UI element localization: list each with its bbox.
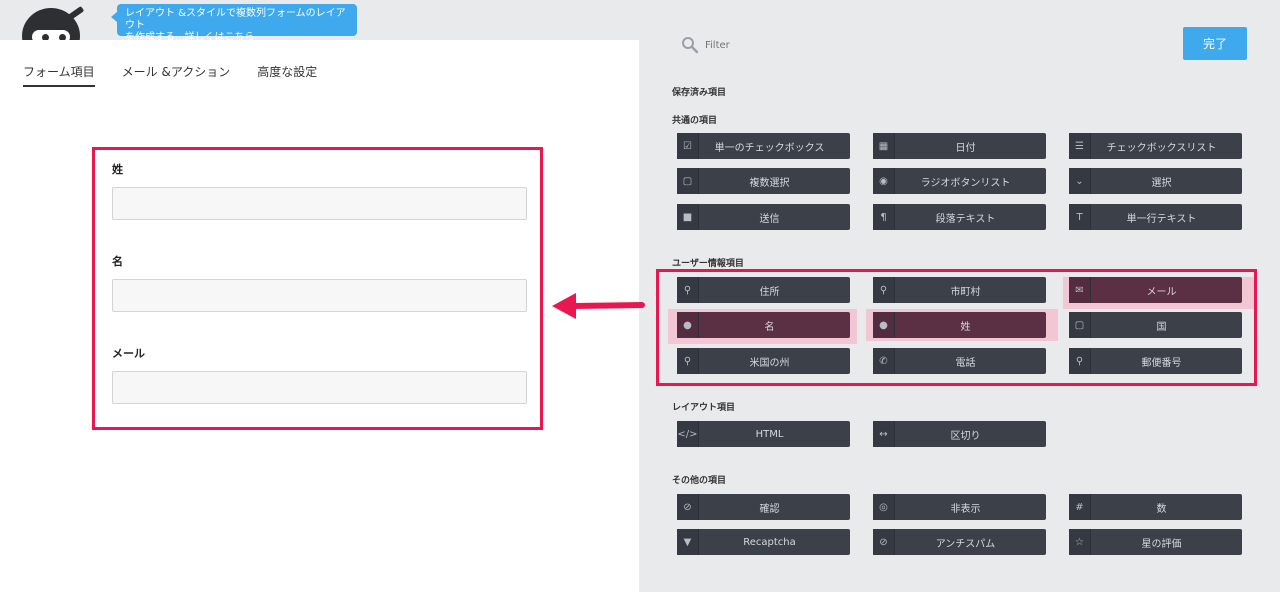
list-icon: ☰ — [1069, 133, 1091, 159]
last-name-input[interactable] — [112, 187, 527, 220]
field-button-city[interactable]: ⚲ 市町村 — [873, 277, 1046, 303]
field-button-hidden[interactable]: ◎ 非表示 — [873, 494, 1046, 520]
user-info-fields-heading: ユーザー情報項目 — [672, 259, 744, 269]
first-name-input[interactable] — [112, 279, 527, 312]
layout-tip-tooltip[interactable]: レイアウト &スタイルで複数列フォームのレイアウト を作成する...詳しくはこち… — [111, 4, 357, 43]
square-icon: ▢ — [677, 168, 699, 194]
filter-input[interactable] — [705, 39, 905, 51]
square-icon: ▢ — [1069, 312, 1091, 338]
saved-fields-heading: 保存済み項目 — [672, 88, 727, 98]
field-button-country[interactable]: ▢ 国 — [1069, 312, 1242, 338]
tip-line-1: レイアウト &スタイルで複数列フォームのレイアウト — [125, 8, 346, 31]
user-icon: ● — [677, 312, 699, 338]
envelope-icon: ✉ — [1069, 277, 1091, 303]
hash-icon: # — [1069, 494, 1091, 520]
common-fields-heading: 共通の項目 — [672, 116, 718, 126]
last-name-label: 姓 — [112, 163, 123, 176]
last-name-field: 姓 — [112, 161, 527, 220]
field-button-radio-list[interactable]: ◉ ラジオボタンリスト — [873, 168, 1046, 194]
chevron-down-icon: ⌄ — [1069, 168, 1091, 194]
arrows-h-icon: ↔ — [873, 421, 895, 447]
square-filled-icon: ■ — [677, 204, 699, 230]
builder-tabs: フォーム項目 メール &アクション 高度な設定 — [23, 63, 344, 87]
field-button-submit[interactable]: ■ 送信 — [677, 204, 850, 230]
star-half-icon: ☆ — [1069, 529, 1091, 555]
field-button-anti-spam[interactable]: ⊘ アンチスパム — [873, 529, 1046, 555]
first-name-label: 名 — [112, 255, 123, 268]
field-button-single-checkbox[interactable]: ☑ 単一のチェックボックス — [677, 133, 850, 159]
text-icon: T — [1069, 204, 1091, 230]
tab-form-fields[interactable]: フォーム項目 — [23, 63, 95, 87]
form-builder-panel: フォーム項目 メール &アクション 高度な設定 姓 名 メール — [0, 40, 639, 592]
field-button-checkbox-list[interactable]: ☰ チェックボックスリスト — [1069, 133, 1242, 159]
field-button-us-state[interactable]: ⚲ 米国の州 — [677, 348, 850, 374]
map-marker-icon: ⚲ — [677, 277, 699, 303]
pointer-arrow-icon — [552, 293, 645, 319]
field-button-number[interactable]: # 数 — [1069, 494, 1242, 520]
form-fields-highlight-box: 姓 名 メール — [92, 147, 543, 430]
tab-email-actions[interactable]: メール &アクション — [122, 63, 231, 87]
field-button-single-line-text[interactable]: T 単一行テキスト — [1069, 204, 1242, 230]
field-button-date[interactable]: ▦ 日付 — [873, 133, 1046, 159]
ban-icon: ⊘ — [873, 529, 895, 555]
email-label: メール — [112, 347, 145, 360]
radio-icon: ◉ — [873, 168, 895, 194]
filter-icon: ▼ — [677, 529, 699, 555]
field-button-html[interactable]: </> HTML — [677, 421, 850, 447]
field-button-select[interactable]: ⌄ 選択 — [1069, 168, 1242, 194]
paragraph-icon: ¶ — [873, 204, 895, 230]
field-button-email[interactable]: ✉ メール — [1069, 277, 1242, 303]
field-button-star-rating[interactable]: ☆ 星の評価 — [1069, 529, 1242, 555]
field-button-address[interactable]: ⚲ 住所 — [677, 277, 850, 303]
map-marker-icon: ⚲ — [1069, 348, 1091, 374]
map-marker-icon: ⚲ — [677, 348, 699, 374]
field-button-first-name[interactable]: ● 名 — [677, 312, 850, 338]
check-circle-icon: ⊘ — [677, 494, 699, 520]
phone-icon: ✆ — [873, 348, 895, 374]
field-button-phone[interactable]: ✆ 電話 — [873, 348, 1046, 374]
email-field: メール — [112, 345, 527, 404]
email-input[interactable] — [112, 371, 527, 404]
search-icon — [682, 37, 699, 54]
field-button-zip[interactable]: ⚲ 郵便番号 — [1069, 348, 1242, 374]
field-button-multi-select[interactable]: ▢ 複数選択 — [677, 168, 850, 194]
field-button-recaptcha[interactable]: ▼ Recaptcha — [677, 529, 850, 555]
check-square-icon: ☑ — [677, 133, 699, 159]
map-marker-icon: ⚲ — [873, 277, 895, 303]
layout-fields-heading: レイアウト項目 — [672, 403, 736, 413]
tab-advanced[interactable]: 高度な設定 — [257, 63, 317, 87]
first-name-field: 名 — [112, 253, 527, 312]
ninja-mascot-logo — [16, 4, 86, 40]
code-icon: </> — [677, 421, 699, 447]
done-button[interactable]: 完了 — [1183, 27, 1247, 60]
filter-bar — [681, 36, 905, 54]
field-button-divider[interactable]: ↔ 区切り — [873, 421, 1046, 447]
user-icon: ● — [873, 312, 895, 338]
calendar-icon: ▦ — [873, 133, 895, 159]
field-button-last-name[interactable]: ● 姓 — [873, 312, 1046, 338]
field-button-confirm[interactable]: ⊘ 確認 — [677, 494, 850, 520]
field-button-paragraph-text[interactable]: ¶ 段落テキスト — [873, 204, 1046, 230]
eye-slash-icon: ◎ — [873, 494, 895, 520]
other-fields-heading: その他の項目 — [672, 476, 727, 486]
